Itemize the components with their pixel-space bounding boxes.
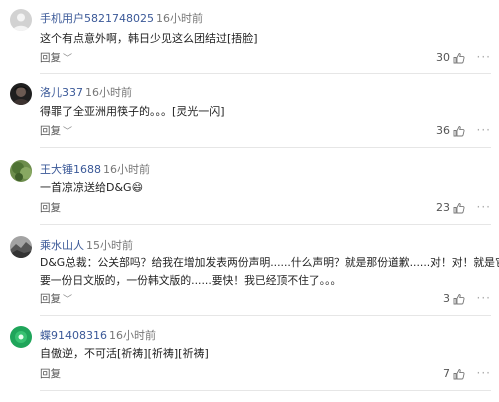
timestamp: 16小时前 bbox=[109, 329, 156, 342]
reply-button[interactable]: 回复 bbox=[40, 200, 61, 216]
reply-button[interactable]: 回复 bbox=[40, 366, 61, 382]
reply-label: 回复 bbox=[40, 52, 61, 64]
comment-meta: 手机用户5821748025 16小时前 bbox=[40, 11, 203, 27]
more-dots-icon[interactable]: ··· bbox=[477, 122, 491, 138]
timestamp: 16小时前 bbox=[85, 86, 132, 99]
timestamp: 16小时前 bbox=[156, 12, 203, 25]
thumbs-up-icon bbox=[453, 126, 465, 137]
timestamp: 16小时前 bbox=[103, 163, 150, 176]
comment-meta: 王大锤1688 16小时前 bbox=[40, 162, 150, 178]
avatar[interactable] bbox=[10, 160, 32, 182]
comment-meta: 乘水山人 15小时前 bbox=[40, 238, 133, 254]
more-dots-icon[interactable]: ··· bbox=[477, 290, 491, 306]
username[interactable]: 乘水山人 bbox=[40, 239, 84, 252]
divider bbox=[40, 73, 491, 74]
thumbs-up-icon bbox=[453, 369, 465, 380]
reply-button[interactable]: 回复 ﹀ bbox=[40, 123, 72, 140]
reply-label: 回复 bbox=[40, 125, 61, 137]
divider bbox=[40, 315, 491, 316]
more-dots-icon[interactable]: ··· bbox=[477, 199, 491, 215]
more-dots-icon[interactable]: ··· bbox=[477, 365, 491, 381]
user-avatar-icon bbox=[10, 326, 32, 348]
avatar[interactable] bbox=[10, 9, 32, 31]
like-button[interactable]: 7 bbox=[443, 366, 465, 382]
user-avatar-icon bbox=[10, 83, 32, 105]
like-button[interactable]: 30 bbox=[436, 50, 465, 66]
reply-button[interactable]: 回复 ﹀ bbox=[40, 50, 72, 67]
reply-label: 回复 bbox=[40, 368, 61, 380]
username[interactable]: 王大锤1688 bbox=[40, 163, 101, 176]
comment-text-line-2: 要一份日文版的，一份韩文版的......要快！我已经顶不住了。。。 bbox=[40, 274, 342, 287]
username[interactable]: 蝶91408316 bbox=[40, 329, 107, 342]
user-avatar-icon bbox=[10, 236, 32, 258]
like-count: 23 bbox=[436, 201, 450, 214]
comment-text: 这个有点意外啊，韩日少见这么团结过[捂脸] bbox=[40, 32, 258, 45]
reply-label: 回复 bbox=[40, 293, 61, 305]
chevron-down-icon: ﹀ bbox=[63, 127, 73, 137]
more-dots-icon[interactable]: ··· bbox=[477, 49, 491, 65]
comment-text: 自傲逆，不可活[祈祷][祈祷][祈祷] bbox=[40, 347, 209, 360]
divider bbox=[40, 390, 491, 391]
chevron-down-icon: ﹀ bbox=[63, 295, 73, 305]
like-button[interactable]: 23 bbox=[436, 200, 465, 216]
chevron-down-icon: ﹀ bbox=[63, 54, 73, 64]
comment-text: 得罪了全亚洲用筷子的。。。[灵光一闪] bbox=[40, 105, 225, 118]
like-count: 3 bbox=[443, 292, 450, 305]
like-count: 30 bbox=[436, 51, 450, 64]
thumbs-up-icon bbox=[453, 294, 465, 305]
reply-label: 回复 bbox=[40, 202, 61, 214]
reply-button[interactable]: 回复 ﹀ bbox=[40, 291, 72, 308]
avatar[interactable] bbox=[10, 326, 32, 348]
avatar[interactable] bbox=[10, 236, 32, 258]
comment-text: 一首凉凉送给D&G😄 bbox=[40, 181, 144, 194]
thumbs-up-icon bbox=[453, 53, 465, 64]
username[interactable]: 手机用户5821748025 bbox=[40, 12, 154, 25]
like-count: 7 bbox=[443, 367, 450, 380]
like-button[interactable]: 36 bbox=[436, 123, 465, 139]
like-count: 36 bbox=[436, 124, 450, 137]
comment-meta: 蝶91408316 16小时前 bbox=[40, 328, 156, 344]
comment-text-line-1: D&G总裁：公关部吗？给我在增加发表两份声明......什么声明？就是那份道歉.… bbox=[40, 256, 499, 269]
username[interactable]: 洛儿337 bbox=[40, 86, 83, 99]
divider bbox=[40, 224, 491, 225]
thumbs-up-icon bbox=[453, 203, 465, 214]
divider bbox=[40, 147, 491, 148]
avatar[interactable] bbox=[10, 83, 32, 105]
like-button[interactable]: 3 bbox=[443, 291, 465, 307]
user-avatar-icon bbox=[10, 160, 32, 182]
timestamp: 15小时前 bbox=[86, 239, 133, 252]
comment-meta: 洛儿337 16小时前 bbox=[40, 85, 132, 101]
user-avatar-icon bbox=[10, 9, 32, 31]
